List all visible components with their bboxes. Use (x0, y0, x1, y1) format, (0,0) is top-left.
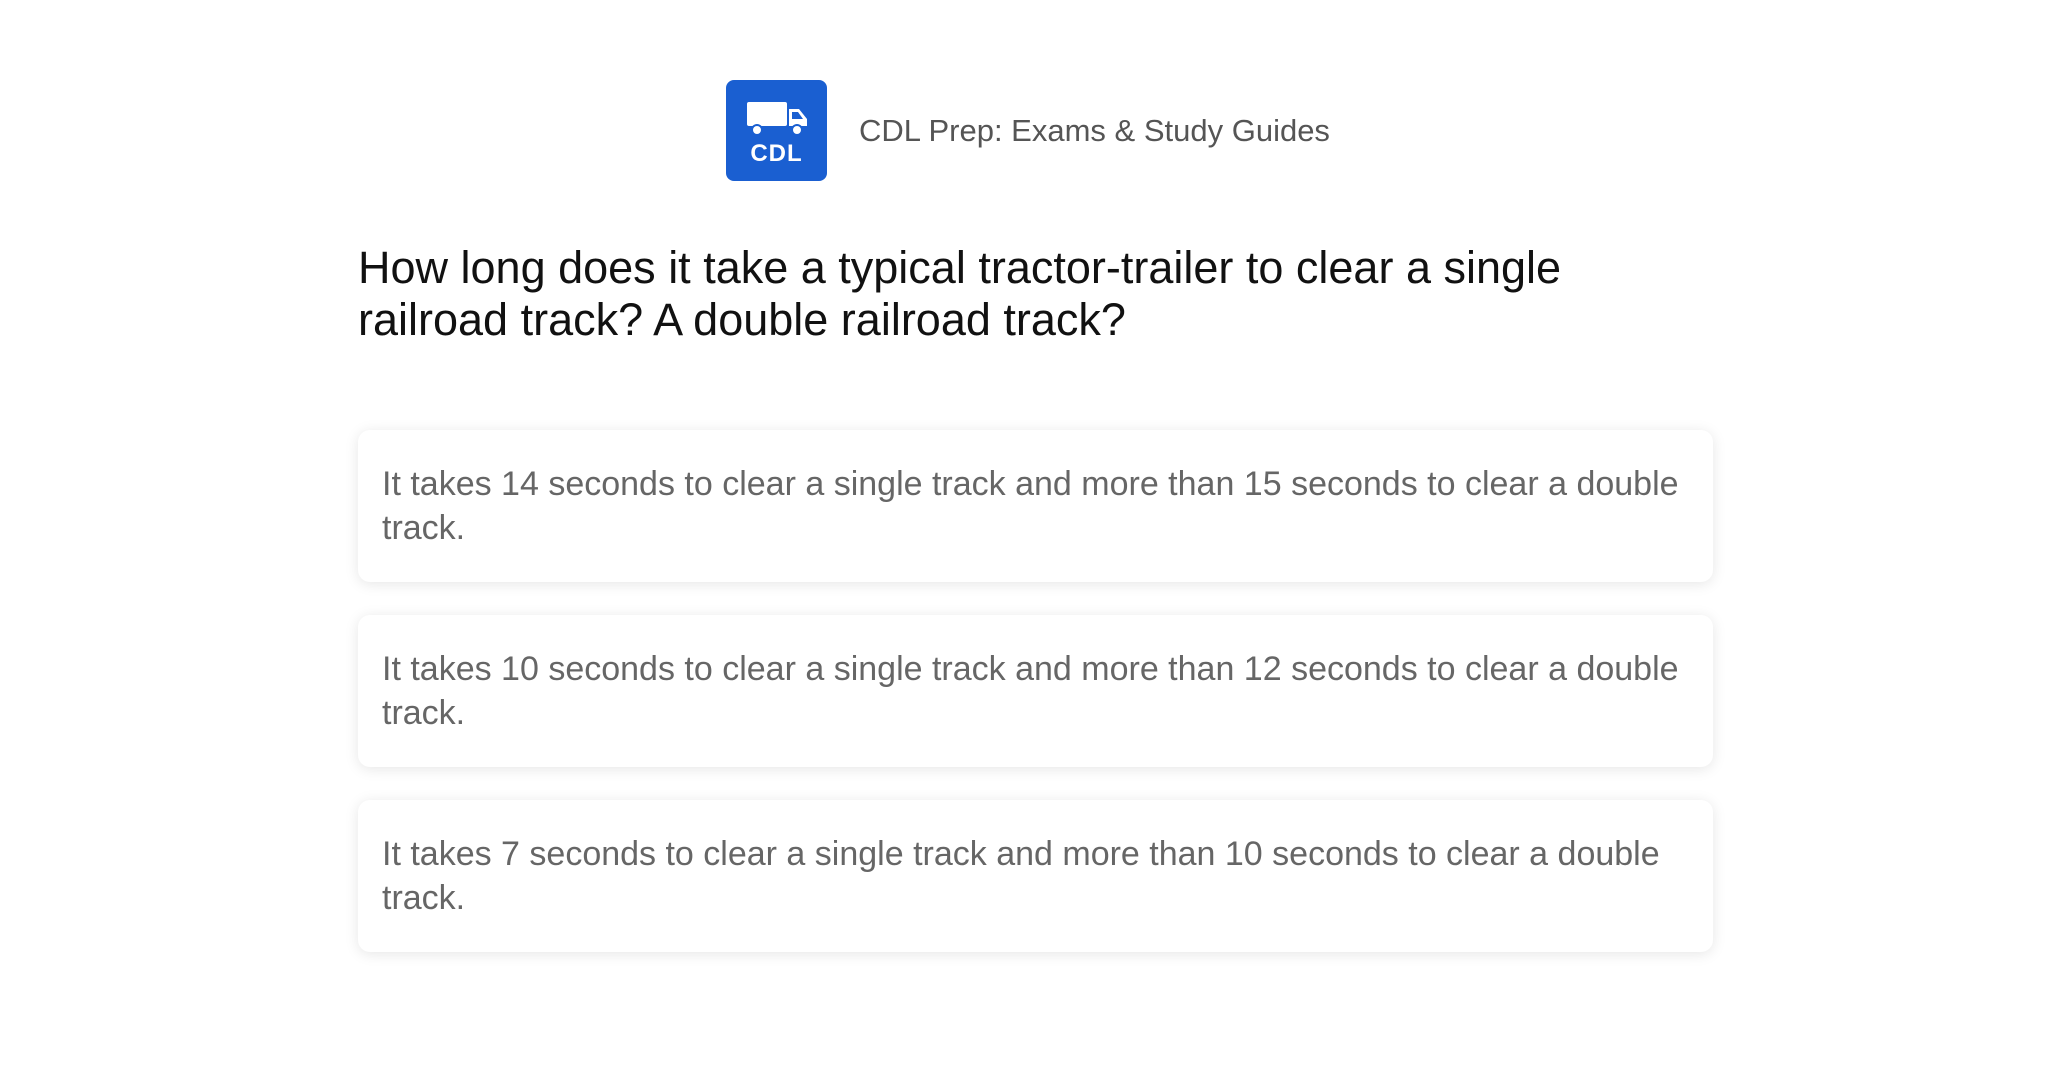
answer-option[interactable]: It takes 10 seconds to clear a single tr… (358, 615, 1713, 767)
answer-option[interactable]: It takes 7 seconds to clear a single tra… (358, 800, 1713, 952)
app-logo: CDL (726, 80, 827, 181)
question-text: How long does it take a typical tractor-… (358, 242, 1562, 345)
app-name: CDL Prep: Exams & Study Guides (859, 112, 1330, 148)
answer-list: It takes 14 seconds to clear a single tr… (358, 430, 1713, 985)
logo-text: CDL (750, 139, 803, 167)
page: CDL CDL Prep: Exams & Study Guides How l… (0, 0, 2062, 1080)
app-header: CDL CDL Prep: Exams & Study Guides (726, 80, 1330, 181)
answer-option[interactable]: It takes 14 seconds to clear a single tr… (358, 430, 1713, 582)
truck-icon (746, 101, 807, 136)
